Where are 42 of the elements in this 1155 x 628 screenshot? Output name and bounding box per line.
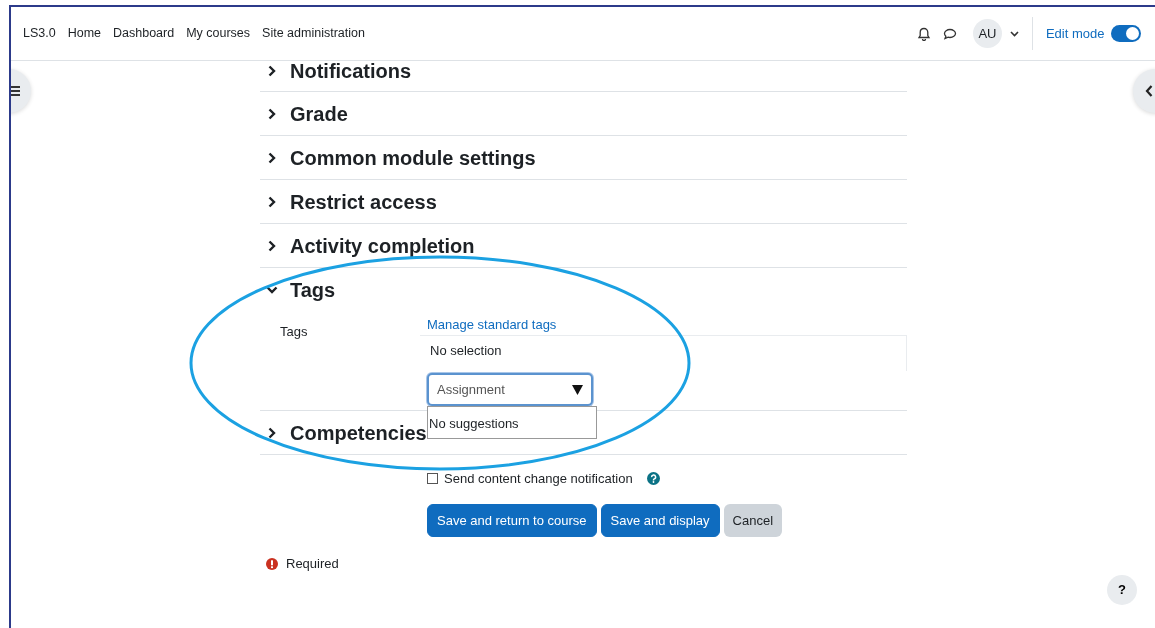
help-button[interactable]: ? bbox=[1107, 575, 1137, 605]
caret-icon[interactable] bbox=[1009, 30, 1019, 37]
help-icon[interactable] bbox=[646, 472, 660, 486]
chevron-right-icon[interactable] bbox=[266, 195, 278, 208]
section-title[interactable]: Activity completion bbox=[290, 230, 475, 261]
edit-mode-label: Edit mode bbox=[1045, 24, 1105, 43]
section-title[interactable]: Competencies bbox=[290, 417, 427, 448]
dropdown-arrow-icon[interactable] bbox=[572, 384, 583, 395]
checkbox[interactable] bbox=[427, 473, 438, 485]
chevron-right-icon[interactable] bbox=[266, 239, 278, 252]
list-icon bbox=[11, 86, 20, 96]
section-title[interactable]: Grade bbox=[290, 98, 348, 129]
section-title[interactable]: Tags bbox=[290, 275, 336, 305]
cancel-button[interactable]: Cancel bbox=[723, 503, 783, 537]
edit-mode-switch[interactable] bbox=[1111, 25, 1141, 42]
chevron-right-icon[interactable] bbox=[266, 151, 278, 164]
site-name[interactable]: LS3.0 bbox=[23, 24, 56, 43]
section-title[interactable]: Restrict access bbox=[290, 186, 437, 217]
chevron-right-icon[interactable] bbox=[266, 426, 278, 439]
chat-icon[interactable] bbox=[942, 26, 957, 41]
nav-link[interactable]: My courses bbox=[186, 24, 251, 43]
save-button[interactable]: Save and display bbox=[600, 503, 720, 537]
suggestions-text: No suggestions bbox=[429, 415, 519, 431]
field-label: Tags bbox=[280, 324, 308, 339]
tag-input-field[interactable]: Assignment bbox=[427, 372, 593, 406]
required-note: Required bbox=[286, 555, 339, 573]
user-avatar[interactable]: AU bbox=[972, 19, 1002, 48]
chevron-right-icon[interactable] bbox=[266, 65, 278, 77]
section-title[interactable]: Notifications bbox=[290, 61, 412, 81]
chevron-right-icon[interactable] bbox=[266, 107, 278, 120]
alert-icon bbox=[266, 557, 278, 570]
nav-link[interactable]: Home bbox=[67, 24, 101, 43]
bell-icon[interactable] bbox=[916, 26, 931, 41]
section-title[interactable]: Common module settings bbox=[290, 142, 536, 173]
manage-tags-link[interactable]: Manage standard tags bbox=[427, 315, 557, 335]
nav-link[interactable]: Dashboard bbox=[113, 24, 175, 43]
checkbox-label: Send content change notification bbox=[444, 470, 633, 488]
chevron-down-icon[interactable] bbox=[266, 284, 278, 296]
save-button[interactable]: Save and return to course bbox=[427, 503, 597, 537]
selection-text: No selection bbox=[430, 342, 502, 358]
nav-link[interactable]: Site administration bbox=[262, 24, 365, 43]
chevron-left-icon bbox=[1145, 85, 1153, 97]
